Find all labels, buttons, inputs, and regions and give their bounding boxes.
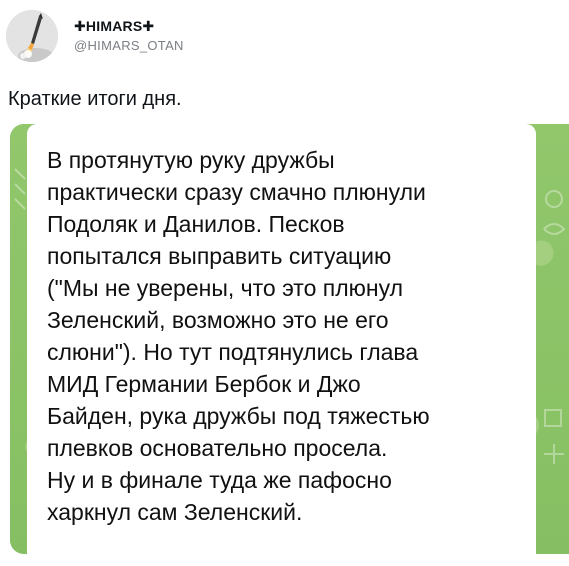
message-text: В протянутую руку дружбы практически сра… — [47, 147, 430, 525]
tweet-card: ✚HIMARS✚ @HIMARS_OTAN Краткие итоги дня.… — [0, 0, 569, 566]
rocket-launch-icon — [6, 10, 58, 62]
doodle-decoration-icon — [544, 409, 564, 464]
tweet-text: Краткие итоги дня. — [8, 88, 182, 110]
handle[interactable]: @HIMARS_OTAN — [74, 37, 184, 55]
message-bubble: В протянутую руку дружбы практически сра… — [27, 124, 536, 554]
tweet-media-image[interactable]: В протянутую руку дружбы практически сра… — [10, 124, 569, 554]
avatar[interactable] — [6, 10, 58, 62]
account-names: ✚HIMARS✚ @HIMARS_OTAN — [74, 17, 184, 55]
display-name[interactable]: ✚HIMARS✚ — [74, 17, 184, 35]
doodle-decoration-icon — [543, 190, 566, 235]
tweet-header: ✚HIMARS✚ @HIMARS_OTAN — [6, 8, 184, 64]
